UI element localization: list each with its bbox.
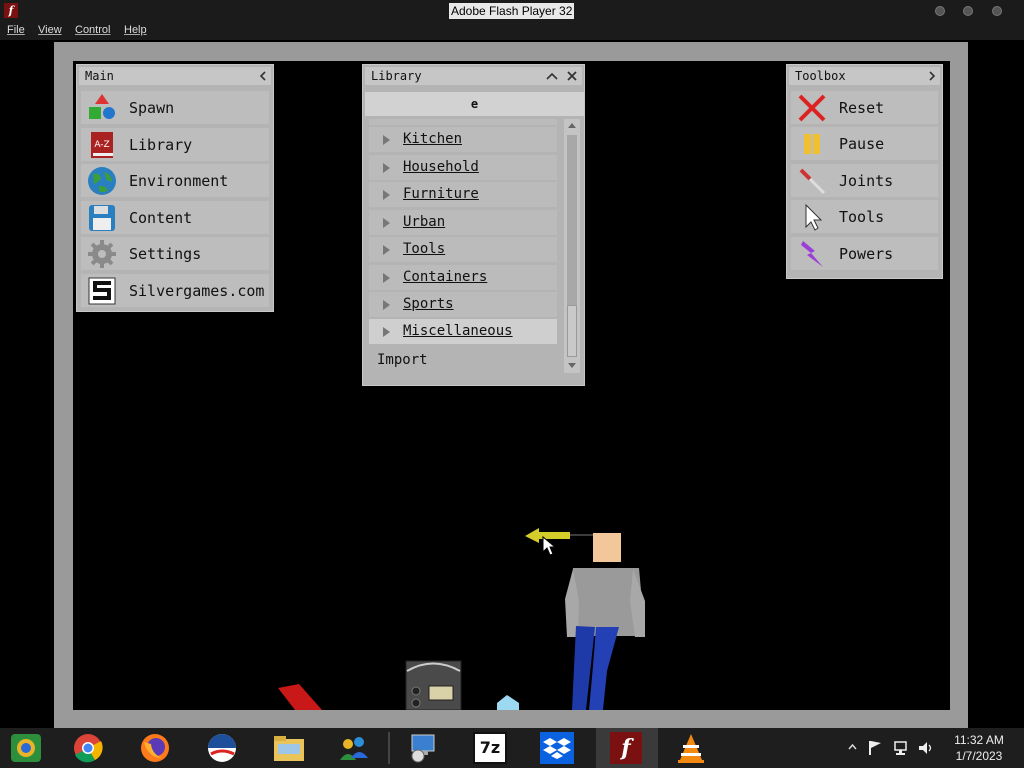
chrome-icon[interactable]: [71, 732, 105, 764]
flash-player-icon: f: [610, 732, 642, 764]
minimize-button[interactable]: [935, 6, 945, 16]
tray-expand-icon[interactable]: [848, 743, 857, 751]
game-scene[interactable]: [73, 61, 950, 710]
file-explorer-icon[interactable]: [272, 732, 306, 764]
control-panel-icon[interactable]: [406, 732, 440, 764]
flash-logo-icon: f: [4, 3, 18, 18]
firefox-icon[interactable]: [138, 732, 172, 764]
taskbar-clock[interactable]: 11:32 AM 1/7/2023: [948, 732, 1010, 764]
title-bar: f Adobe Flash Player 32: [0, 0, 1024, 22]
network-people-icon[interactable]: [337, 732, 371, 764]
close-button[interactable]: [992, 6, 1002, 16]
volume-icon[interactable]: [917, 740, 933, 756]
clock-date: 1/7/2023: [955, 749, 1003, 763]
network-icon[interactable]: [893, 740, 909, 756]
menu-bar: File View Control Help: [0, 22, 1024, 40]
ice-object: [497, 695, 519, 710]
menu-help[interactable]: Help: [124, 24, 147, 36]
menu-view[interactable]: View: [38, 24, 62, 36]
taskbar-active-flash[interactable]: f: [596, 728, 658, 768]
ragdoll-head: [593, 533, 621, 562]
mouse-cursor-icon: [542, 535, 557, 556]
taskbar-divider: [388, 732, 390, 764]
game-stage[interactable]: Main Spawn A-Z Library Environment Conte…: [73, 61, 950, 710]
red-object: [278, 684, 322, 710]
vlc-icon[interactable]: [674, 732, 708, 764]
obama-logo-icon[interactable]: [205, 732, 239, 764]
window-title: Adobe Flash Player 32: [449, 3, 575, 19]
action-center-flag-icon[interactable]: [868, 740, 882, 756]
clock-time: 11:32 AM: [954, 733, 1004, 747]
dropbox-icon[interactable]: [540, 732, 574, 764]
menu-control[interactable]: Control: [75, 24, 110, 36]
chrome-canary-icon[interactable]: [9, 732, 43, 764]
menu-file[interactable]: File: [7, 24, 25, 36]
taskbar: 7z f 11:32 AM 1/7/2023: [0, 728, 1024, 768]
maximize-button[interactable]: [963, 6, 973, 16]
7zip-icon[interactable]: 7z: [473, 732, 507, 764]
